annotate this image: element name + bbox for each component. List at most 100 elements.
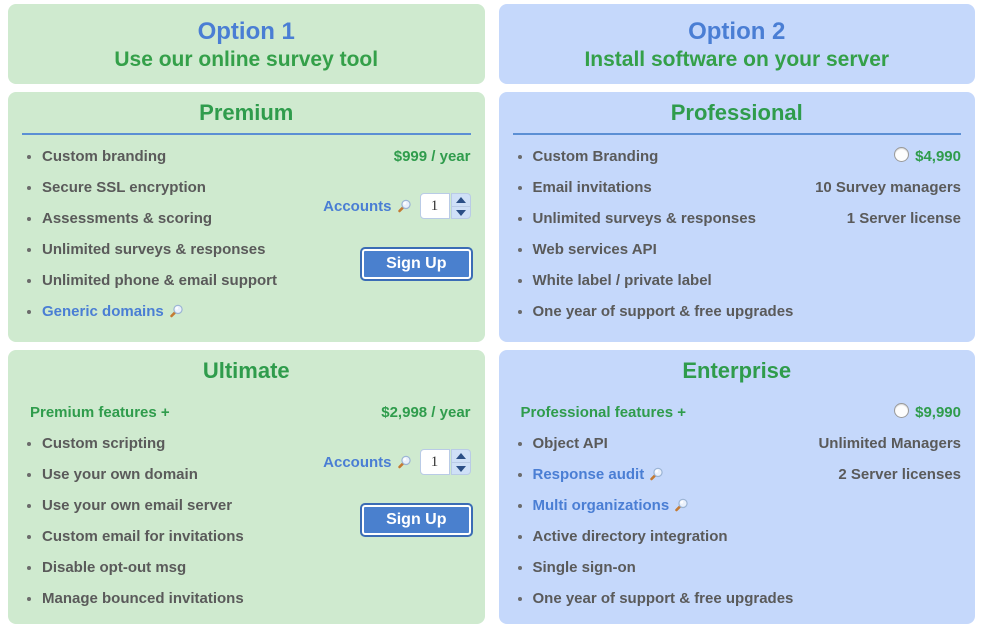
feature-item: Object API: [513, 428, 800, 459]
feature-item: White label / private label: [513, 265, 800, 296]
price-value: $999 / year: [393, 148, 471, 165]
plan-body-premium: Custom branding Secure SSL encryption Asse…: [22, 141, 473, 332]
plan-pricing-column: $4,990 10 Survey managers 1 Server license: [809, 141, 961, 234]
stepper-decrement-button[interactable]: [450, 206, 471, 219]
accounts-stepper[interactable]: [419, 449, 471, 475]
stepper-increment-button[interactable]: [450, 193, 471, 206]
option-1-header: Option 1 Use our online survey tool: [8, 4, 485, 84]
option-1-number: Option 1: [197, 17, 295, 45]
feature-item: Email invitations: [513, 172, 800, 203]
feature-label: Generic domains: [42, 303, 164, 320]
feature-label: Premium features +: [30, 404, 170, 421]
feature-item: Use your own domain: [22, 459, 309, 490]
feature-item: Custom email for invitations: [22, 521, 309, 552]
signup-button-ultimate[interactable]: Sign Up: [360, 503, 473, 537]
feature-label: Custom email for invitations: [42, 528, 244, 545]
feature-item: Single sign-on: [513, 552, 800, 583]
plan-meta: 2 Server licenses: [838, 466, 961, 483]
signup-button-premium[interactable]: Sign Up: [360, 247, 473, 281]
plan-card-ultimate: Ultimate Premium features + Custom scripti…: [8, 350, 485, 624]
feature-label: Unlimited surveys & responses: [42, 241, 266, 258]
feature-label: Use your own email server: [42, 497, 233, 514]
feature-item: Assessments & scoring: [22, 203, 309, 234]
plan-pricing-column: $9,990 Unlimited Managers 2 Server license…: [809, 397, 961, 490]
feature-item: Active directory integration: [513, 521, 800, 552]
accounts-row: Accounts: [323, 449, 471, 475]
plan-body-ultimate: Premium features + Custom scripting Use yo…: [22, 397, 473, 614]
feature-list: Professional features + Object API Respons…: [513, 397, 800, 614]
magnifier-icon[interactable]: [168, 299, 184, 318]
feature-label: One year of support & free upgrades: [532, 303, 794, 320]
magnifier-icon[interactable]: [396, 198, 412, 214]
feature-list: Custom Branding Email invitations Unlimite…: [513, 141, 800, 327]
feature-label: Disable opt-out msg: [42, 559, 187, 576]
accounts-stepper[interactable]: [419, 193, 471, 219]
option-1-subtitle: Use our online survey tool: [114, 47, 379, 71]
accounts-label: Accounts: [323, 453, 392, 471]
feature-label: Multi organizations: [532, 497, 670, 514]
feature-item: One year of support & free upgrades: [513, 296, 800, 327]
feature-item: Unlimited phone & email support: [22, 265, 309, 296]
magnifier-icon[interactable]: [396, 454, 412, 470]
plan-meta: 1 Server license: [846, 210, 961, 227]
accounts-label: Accounts: [323, 197, 392, 215]
feature-label: Email invitations: [532, 179, 652, 196]
feature-label: Custom Branding: [532, 148, 659, 165]
plan-divider: [512, 133, 961, 135]
feature-label: Active directory integration: [532, 528, 728, 545]
signup-wrapper: Sign Up: [360, 503, 473, 537]
plan-radio-professional[interactable]: [894, 147, 910, 162]
feature-list: Premium features + Custom scripting Use yo…: [22, 397, 309, 614]
plan-pricing-column: $999 / year: [318, 141, 471, 172]
feature-item: One year of support & free upgrades: [513, 583, 800, 614]
plan-title-enterprise: Enterprise: [682, 358, 792, 383]
stepper-decrement-button[interactable]: [450, 462, 471, 475]
chevron-down-icon: [455, 465, 466, 472]
feature-label: Professional features +: [520, 404, 686, 421]
plan-pricing-column: $2,998 / year: [318, 397, 470, 428]
feature-label: Web services API: [532, 241, 657, 258]
feature-item: Disable opt-out msg: [22, 552, 309, 583]
price-row: $2,998 / year: [318, 397, 470, 428]
feature-item: Manage bounced invitations: [22, 583, 309, 614]
price-value: $4,990: [915, 148, 961, 165]
signup-wrapper: Sign Up: [360, 247, 473, 281]
feature-link[interactable]: Generic domains: [22, 296, 309, 327]
feature-item: Custom Branding: [513, 141, 800, 172]
feature-label: Assessments & scoring: [42, 210, 213, 227]
accounts-input[interactable]: [419, 193, 450, 219]
price-value: $9,990: [915, 404, 961, 421]
price-row: $4,990: [809, 141, 961, 172]
option-2-number: Option 2: [688, 17, 786, 45]
price-row: $9,990: [809, 397, 961, 428]
plan-meta: 10 Survey managers: [815, 179, 961, 196]
feature-label: White label / private label: [532, 272, 712, 289]
option-2-header: Option 2 Install software on your server: [498, 4, 975, 84]
feature-item: Unlimited surveys & responses: [513, 203, 800, 234]
feature-label: Unlimited phone & email support: [42, 272, 278, 289]
feature-label: One year of support & free upgrades: [532, 590, 794, 607]
plan-title-ultimate: Ultimate: [202, 358, 290, 383]
feature-item: Secure SSL encryption: [22, 172, 309, 203]
accounts-input[interactable]: [419, 449, 450, 475]
feature-label: Single sign-on: [532, 559, 636, 576]
feature-item: Premium features +: [22, 397, 309, 428]
feature-item: Unlimited surveys & responses: [22, 234, 309, 265]
feature-link[interactable]: Multi organizations: [513, 490, 800, 521]
feature-label: Object API: [532, 435, 608, 452]
plan-meta: Unlimited Managers: [818, 435, 961, 452]
price-row: $999 / year: [318, 141, 471, 172]
plan-card-enterprise: Enterprise Professional features + Object …: [498, 350, 975, 624]
magnifier-icon[interactable]: [648, 462, 664, 481]
feature-list: Custom branding Secure SSL encryption Asse…: [22, 141, 309, 327]
feature-link[interactable]: Response audit: [513, 459, 800, 490]
plan-radio-enterprise[interactable]: [894, 403, 910, 418]
plan-body-professional: Custom Branding Email invitations Unlimite…: [513, 141, 961, 332]
plan-divider: [22, 133, 471, 135]
chevron-up-icon: [455, 197, 466, 203]
feature-item: Custom branding: [22, 141, 309, 172]
stepper-buttons: [450, 193, 471, 219]
stepper-increment-button[interactable]: [450, 449, 471, 462]
magnifier-icon[interactable]: [673, 493, 689, 512]
plan-title-professional: Professional: [670, 100, 803, 125]
